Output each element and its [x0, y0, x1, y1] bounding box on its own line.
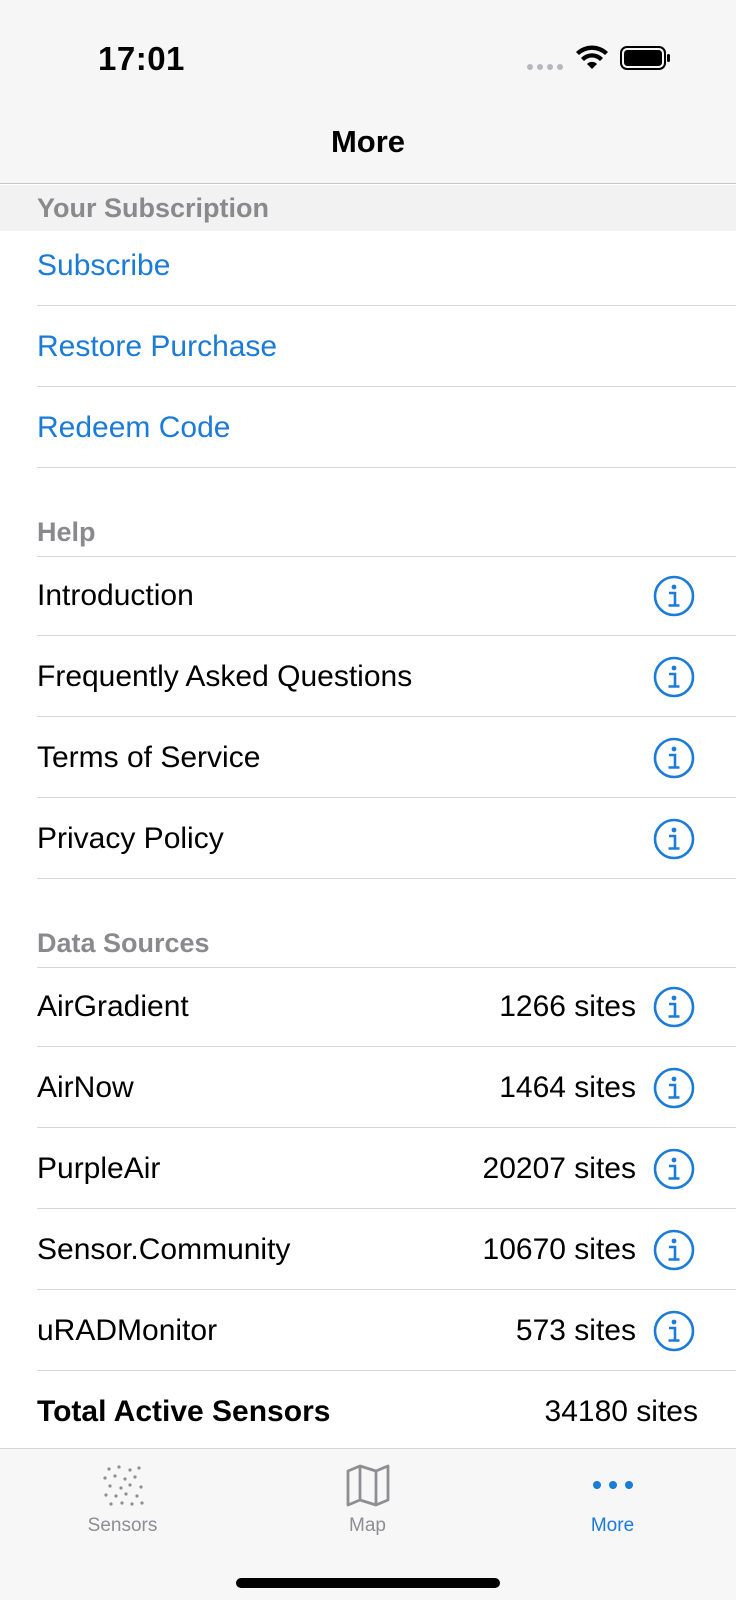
help-item-label: Introduction	[37, 579, 194, 612]
redeem-code-button[interactable]: Redeem Code	[37, 388, 736, 468]
restore-purchase-label: Restore Purchase	[37, 329, 278, 363]
data-source-row-airnow[interactable]: AirNow 1464 sites	[37, 1048, 736, 1128]
help-row-introduction[interactable]: Introduction	[37, 556, 736, 636]
help-row-privacy-policy[interactable]: Privacy Policy	[37, 799, 736, 879]
info-icon[interactable]	[653, 1067, 695, 1109]
section-header-data-sources: Data Sources	[37, 928, 210, 958]
data-source-count: 10670 sites	[482, 1232, 636, 1266]
data-source-name: PurpleAir	[37, 1151, 161, 1185]
data-source-row-airgradient[interactable]: AirGradient 1266 sites	[37, 967, 736, 1047]
data-source-name: AirNow	[37, 1070, 134, 1104]
help-row-terms-of-service[interactable]: Terms of Service	[37, 718, 736, 798]
status-time: 17:01	[98, 40, 185, 77]
data-source-count: 20207 sites	[482, 1151, 636, 1185]
page-title: More	[330, 124, 406, 159]
data-source-row-sensor-community[interactable]: Sensor.Community 10670 sites	[37, 1210, 736, 1290]
data-source-count: 1464 sites	[499, 1070, 636, 1104]
subscribe-label: Subscribe	[37, 248, 171, 282]
tab-label: Sensors	[87, 1515, 158, 1536]
help-item-label: Frequently Asked Questions	[37, 659, 413, 693]
info-icon[interactable]	[653, 1229, 695, 1271]
more-icon	[592, 1481, 633, 1489]
data-source-name: Sensor.Community	[37, 1232, 291, 1266]
battery-icon	[620, 46, 670, 70]
tab-more[interactable]: More	[490, 1449, 735, 1549]
data-source-row-uradmonitor[interactable]: uRADMonitor 573 sites	[37, 1291, 736, 1371]
info-icon[interactable]	[653, 1310, 695, 1352]
total-active-sensors-row: Total Active Sensors 34180 sites	[37, 1372, 736, 1452]
help-row-faq[interactable]: Frequently Asked Questions	[37, 637, 736, 717]
info-icon[interactable]	[653, 656, 695, 698]
data-source-count: 1266 sites	[499, 990, 636, 1023]
data-source-count: 573 sites	[515, 1313, 636, 1347]
cellular-signal-icon	[527, 64, 563, 70]
navigation-bar: 17:01 More	[0, 0, 736, 184]
restore-purchase-button[interactable]: Restore Purchase	[37, 307, 736, 387]
map-icon	[346, 1464, 389, 1507]
home-indicator[interactable]	[236, 1578, 500, 1588]
tab-map[interactable]: Map	[245, 1449, 490, 1549]
total-label: Total Active Sensors	[37, 1394, 331, 1428]
tab-sensors[interactable]: Sensors	[0, 1449, 245, 1549]
section-header-subscription: Your Subscription	[37, 193, 270, 223]
tab-label: Map	[349, 1515, 386, 1536]
section-header-help: Help	[37, 517, 96, 547]
data-source-name: AirGradient	[37, 990, 189, 1023]
tab-label: More	[590, 1515, 635, 1536]
info-icon[interactable]	[653, 818, 695, 860]
subscribe-button[interactable]: Subscribe	[37, 226, 736, 306]
info-icon[interactable]	[653, 1148, 695, 1190]
redeem-code-label: Redeem Code	[37, 410, 231, 444]
info-icon[interactable]	[653, 575, 695, 617]
help-item-label: Terms of Service	[37, 740, 261, 774]
info-icon[interactable]	[653, 986, 695, 1028]
sensors-icon	[102, 1465, 144, 1506]
help-item-label: Privacy Policy	[37, 821, 224, 855]
data-source-name: uRADMonitor	[37, 1313, 218, 1347]
info-icon[interactable]	[653, 737, 695, 779]
wifi-icon	[576, 45, 608, 69]
data-source-row-purpleair[interactable]: PurpleAir 20207 sites	[37, 1129, 736, 1209]
total-count: 34180 sites	[544, 1394, 698, 1428]
